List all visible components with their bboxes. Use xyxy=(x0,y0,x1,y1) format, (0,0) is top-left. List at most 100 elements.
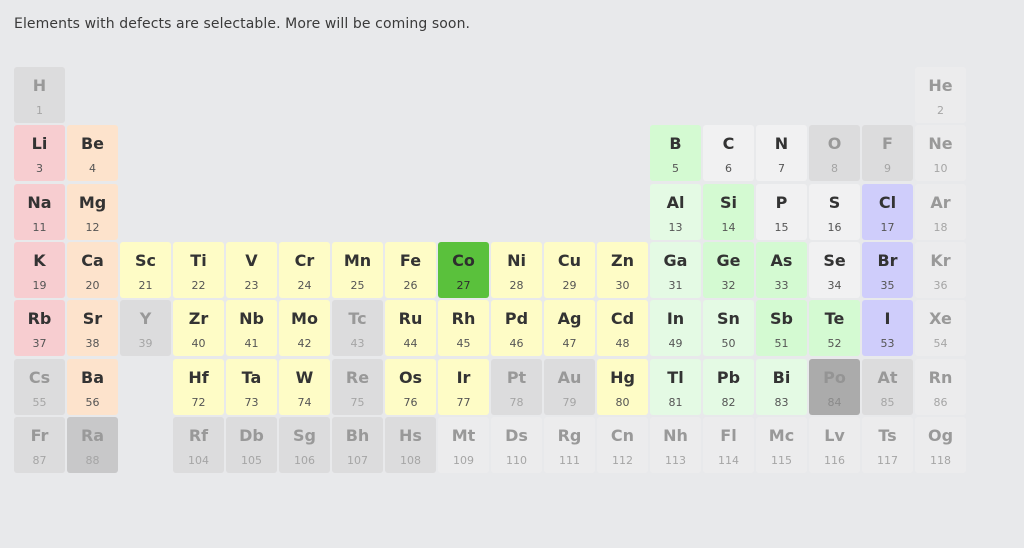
element-cell-in[interactable]: In 49 xyxy=(650,300,701,356)
element-symbol: Sc xyxy=(134,251,156,270)
element-symbol: Li xyxy=(31,134,48,153)
element-cell-tl[interactable]: Tl 81 xyxy=(650,359,701,415)
element-symbol: Zr xyxy=(188,309,209,328)
element-cell-bh: Bh 107 xyxy=(332,417,383,473)
element-cell-te[interactable]: Te 52 xyxy=(809,300,860,356)
element-number: 105 xyxy=(241,454,262,467)
element-symbol: Ag xyxy=(557,309,582,328)
element-number: 3 xyxy=(36,162,43,175)
element-number: 14 xyxy=(721,221,736,234)
element-cell-ar: Ar 18 xyxy=(915,184,966,240)
element-cell-as[interactable]: As 33 xyxy=(756,242,807,298)
element-cell-sb[interactable]: Sb 51 xyxy=(756,300,807,356)
element-cell-zr[interactable]: Zr 40 xyxy=(173,300,224,356)
element-symbol: I xyxy=(884,309,891,328)
element-cell-fe[interactable]: Fe 26 xyxy=(385,242,436,298)
element-cell-ir[interactable]: Ir 77 xyxy=(438,359,489,415)
element-cell-br[interactable]: Br 35 xyxy=(862,242,913,298)
element-cell-c[interactable]: C6 xyxy=(703,125,754,181)
element-symbol: Tc xyxy=(348,309,367,328)
element-symbol: As xyxy=(770,251,793,270)
element-cell-al[interactable]: Al 13 xyxy=(650,184,701,240)
element-cell-nb[interactable]: Nb 41 xyxy=(226,300,277,356)
element-cell-pd[interactable]: Pd 46 xyxy=(491,300,542,356)
element-cell-mg[interactable]: Mg 12 xyxy=(67,184,118,240)
element-symbol: Hg xyxy=(610,368,635,387)
element-cell-ti[interactable]: Ti 22 xyxy=(173,242,224,298)
element-cell-k[interactable]: K 19 xyxy=(14,242,65,298)
element-number: 2 xyxy=(937,104,944,117)
element-symbol: Fr xyxy=(30,426,49,445)
element-cell-pt: Pt 78 xyxy=(491,359,542,415)
element-number: 34 xyxy=(827,279,842,292)
element-cell-be[interactable]: Be 4 xyxy=(67,125,118,181)
element-cell-fr: Fr 87 xyxy=(14,417,65,473)
element-cell-co[interactable]: Co 27 xyxy=(438,242,489,298)
element-cell-mo[interactable]: Mo 42 xyxy=(279,300,330,356)
element-number: 53 xyxy=(880,337,895,350)
element-cell-na[interactable]: Na 11 xyxy=(14,184,65,240)
element-symbol: Mo xyxy=(291,309,318,328)
element-cell-b[interactable]: B5 xyxy=(650,125,701,181)
element-cell-ta[interactable]: Ta 73 xyxy=(226,359,277,415)
element-cell-ni[interactable]: Ni 28 xyxy=(491,242,542,298)
element-cell-i[interactable]: I 53 xyxy=(862,300,913,356)
element-symbol: Db xyxy=(239,426,264,445)
element-number: 75 xyxy=(350,396,365,409)
element-cell-nh: Nh 113 xyxy=(650,417,701,473)
element-symbol: Hf xyxy=(188,368,209,387)
element-cell-bi[interactable]: Bi 83 xyxy=(756,359,807,415)
element-cell-ga[interactable]: Ga 31 xyxy=(650,242,701,298)
element-number: 7 xyxy=(778,162,785,175)
element-number: 22 xyxy=(191,279,206,292)
element-cell-cu[interactable]: Cu 29 xyxy=(544,242,595,298)
element-symbol: Ne xyxy=(928,134,953,153)
element-cell-mn[interactable]: Mn 25 xyxy=(332,242,383,298)
element-cell-s[interactable]: S 16 xyxy=(809,184,860,240)
element-symbol: Re xyxy=(345,368,370,387)
element-number: 88 xyxy=(85,454,100,467)
element-cell-p[interactable]: P 15 xyxy=(756,184,807,240)
element-cell-zn[interactable]: Zn 30 xyxy=(597,242,648,298)
element-cell-ca[interactable]: Ca 20 xyxy=(67,242,118,298)
element-cell-ag[interactable]: Ag 47 xyxy=(544,300,595,356)
element-cell-cd[interactable]: Cd 48 xyxy=(597,300,648,356)
element-cell-os[interactable]: Os 76 xyxy=(385,359,436,415)
element-cell-ba[interactable]: Ba 56 xyxy=(67,359,118,415)
element-cell-ra: Ra 88 xyxy=(67,417,118,473)
element-cell-hf[interactable]: Hf 72 xyxy=(173,359,224,415)
element-cell-n[interactable]: N7 xyxy=(756,125,807,181)
element-cell-fl: Fl 114 xyxy=(703,417,754,473)
element-cell-sn[interactable]: Sn 50 xyxy=(703,300,754,356)
element-cell-pb[interactable]: Pb 82 xyxy=(703,359,754,415)
element-cell-ru[interactable]: Ru 44 xyxy=(385,300,436,356)
element-cell-sc[interactable]: Sc 21 xyxy=(120,242,171,298)
element-number: 26 xyxy=(403,279,418,292)
element-cell-f: F9 xyxy=(862,125,913,181)
element-symbol: Ir xyxy=(456,368,471,387)
element-cell-cn: Cn 112 xyxy=(597,417,648,473)
element-number: 114 xyxy=(718,454,739,467)
element-symbol: K xyxy=(33,251,46,270)
element-cell-hg[interactable]: Hg 80 xyxy=(597,359,648,415)
element-number: 40 xyxy=(191,337,206,350)
element-number: 27 xyxy=(456,279,471,292)
element-symbol: Rn xyxy=(928,368,953,387)
element-cell-cl[interactable]: Cl 17 xyxy=(862,184,913,240)
element-cell-w[interactable]: W 74 xyxy=(279,359,330,415)
element-cell-sr[interactable]: Sr 38 xyxy=(67,300,118,356)
element-cell-v[interactable]: V 23 xyxy=(226,242,277,298)
element-cell-si[interactable]: Si 14 xyxy=(703,184,754,240)
element-symbol: He xyxy=(928,76,953,95)
element-cell-ge[interactable]: Ge 32 xyxy=(703,242,754,298)
element-cell-se[interactable]: Se 34 xyxy=(809,242,860,298)
element-symbol: C xyxy=(722,134,735,153)
element-cell-li[interactable]: Li 3 xyxy=(14,125,65,181)
element-cell-rb[interactable]: Rb 37 xyxy=(14,300,65,356)
element-symbol: Se xyxy=(823,251,846,270)
element-cell-rh[interactable]: Rh 45 xyxy=(438,300,489,356)
element-symbol: Zn xyxy=(611,251,634,270)
element-symbol: Cd xyxy=(610,309,635,328)
element-number: 104 xyxy=(188,454,209,467)
element-cell-cr[interactable]: Cr 24 xyxy=(279,242,330,298)
